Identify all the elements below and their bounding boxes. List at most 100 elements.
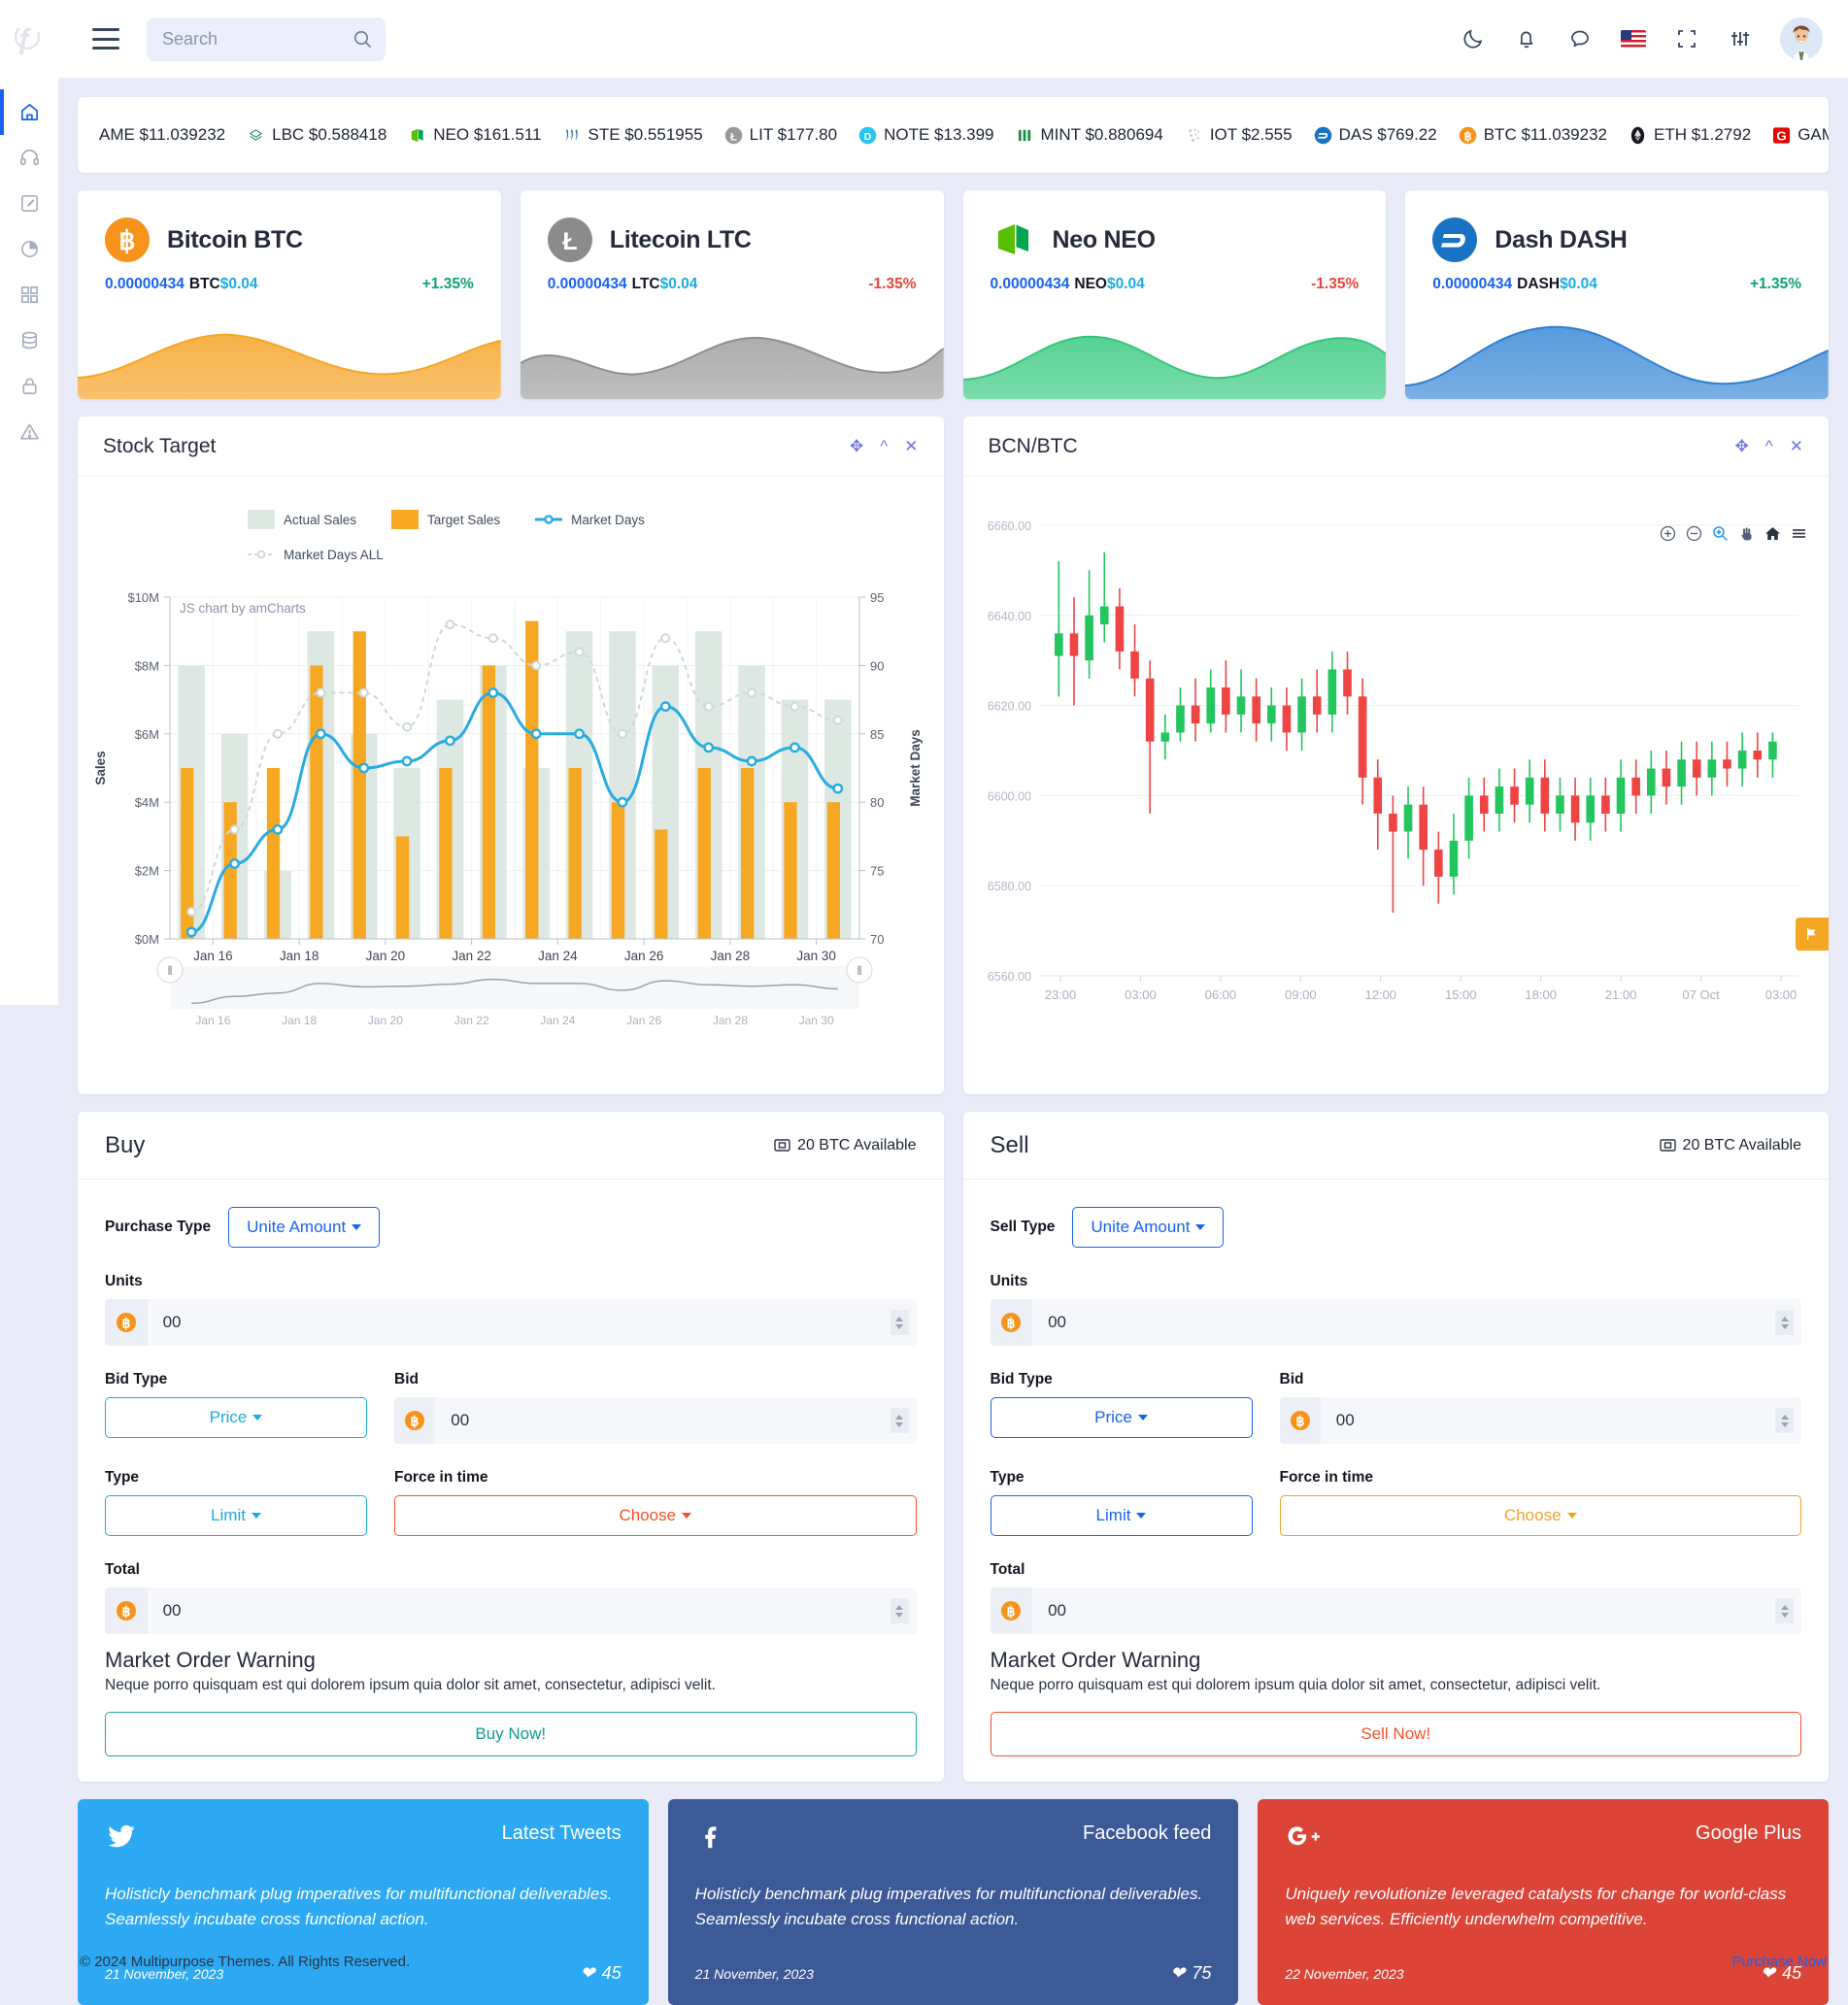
menu-toggle-button[interactable] xyxy=(92,28,119,50)
sidebar-item-analytics[interactable] xyxy=(0,226,58,272)
sell-bid-field[interactable]: ฿ xyxy=(1280,1397,1802,1444)
sell-bid-type-label: Bid Type xyxy=(991,1371,1253,1388)
ticker-item-iot-7[interactable]: IOT $2.555 xyxy=(1185,125,1293,145)
buy-purchase-type-dropdown[interactable]: Unite Amount xyxy=(228,1207,380,1248)
svg-text:70: 70 xyxy=(870,932,884,947)
buy-units-stepper[interactable] xyxy=(890,1310,909,1335)
ticker-item-lit-4[interactable]: ŁLIT $177.80 xyxy=(724,125,837,145)
sell-bid-stepper[interactable] xyxy=(1775,1408,1794,1433)
svg-text:Market Days: Market Days xyxy=(908,729,923,807)
home-icon[interactable] xyxy=(1764,525,1781,547)
bitcoin-icon: ฿ xyxy=(991,1587,1033,1634)
ticker-item-lbc-1[interactable]: LBC $0.588418 xyxy=(247,125,386,145)
sell-now-button[interactable]: Sell Now! xyxy=(991,1712,1802,1756)
social-card-header: Google Plus xyxy=(1285,1822,1801,1856)
avatar[interactable] xyxy=(1780,17,1823,60)
buy-type-dropdown[interactable]: Limit xyxy=(105,1495,367,1536)
buy-units-field[interactable]: ฿ xyxy=(105,1299,917,1346)
sidebar-item-apps[interactable] xyxy=(0,272,58,317)
ticker-item-ame-0[interactable]: AME $11.039232 xyxy=(99,125,225,145)
sell-units-field[interactable]: ฿ xyxy=(991,1299,1802,1346)
sell-total-input[interactable] xyxy=(1032,1601,1801,1621)
coin-card-amount: 0.00000434 xyxy=(991,276,1070,293)
sell-order-type-dropdown[interactable]: Limit xyxy=(991,1495,1253,1536)
buy-panel: Buy 20 BTC Available Purchase Type Unite… xyxy=(78,1112,944,1782)
coin-card-ltc[interactable]: Ł Litecoin LTC 0.00000434 LTC$0.04 -1.35… xyxy=(521,190,944,399)
ticker-item-game-11[interactable]: GGAME $11.039232 xyxy=(1772,125,1829,145)
legend-item-market-days[interactable]: Market Days xyxy=(535,510,645,529)
sell-total-stepper[interactable] xyxy=(1775,1598,1794,1623)
sidebar-item-support[interactable] xyxy=(0,135,58,181)
buy-bid-group: Bid ฿ xyxy=(394,1371,917,1444)
sidebar-item-database[interactable] xyxy=(0,317,58,363)
ticker-item-eth-10[interactable]: ETH $1.2792 xyxy=(1629,125,1751,145)
coin-card-usd: $0.04 xyxy=(660,276,698,293)
legend-item-target-sales[interactable]: Target Sales xyxy=(391,510,500,529)
ticker-item-neo-2[interactable]: NEO $161.511 xyxy=(408,125,541,145)
ticker-item-mint-6[interactable]: MINT $0.880694 xyxy=(1016,125,1163,145)
chat-icon[interactable] xyxy=(1566,26,1593,52)
expand-icon[interactable]: ✥ xyxy=(850,438,863,454)
sell-bid-type-dropdown[interactable]: Price xyxy=(991,1397,1253,1438)
flag-us-icon[interactable] xyxy=(1620,26,1646,52)
chart-flag-badge[interactable] xyxy=(1796,918,1829,951)
zoom-in-icon[interactable] xyxy=(1660,525,1676,547)
ticker-item-ste-3[interactable]: STE $0.551955 xyxy=(563,125,703,145)
sell-force-dropdown[interactable]: Choose xyxy=(1280,1495,1802,1536)
sell-units-stepper[interactable] xyxy=(1775,1310,1794,1335)
buy-bid-stepper[interactable] xyxy=(890,1408,909,1433)
close-icon[interactable]: ✕ xyxy=(1790,438,1803,454)
buy-header: Buy 20 BTC Available xyxy=(78,1112,944,1180)
sell-total-field[interactable]: ฿ xyxy=(991,1587,1802,1634)
buy-total-stepper[interactable] xyxy=(890,1598,909,1623)
search-box[interactable] xyxy=(147,17,386,61)
coin-card-dash[interactable]: Dash DASH 0.00000434 DASH$0.04 +1.35% xyxy=(1405,190,1829,399)
app-logo[interactable]: ƒ xyxy=(0,0,58,78)
sidebar-item-security[interactable] xyxy=(0,363,58,409)
buy-units-input[interactable] xyxy=(148,1313,917,1332)
fullscreen-icon[interactable] xyxy=(1673,26,1699,52)
buy-total-group: Total ฿ xyxy=(105,1561,917,1634)
zoom-select-icon[interactable] xyxy=(1712,525,1729,547)
collapse-icon[interactable]: ^ xyxy=(880,438,888,454)
pan-icon[interactable] xyxy=(1738,525,1755,547)
sidebar-item-home[interactable] xyxy=(0,89,58,135)
sidebar-item-edit[interactable] xyxy=(0,181,58,226)
close-icon[interactable]: ✕ xyxy=(904,438,918,454)
ticker-item-note-5[interactable]: DNOTE $13.399 xyxy=(858,125,993,145)
buy-bid-field[interactable]: ฿ xyxy=(394,1397,917,1444)
buy-type-label: Type xyxy=(105,1469,367,1487)
collapse-icon[interactable]: ^ xyxy=(1765,438,1773,454)
moon-icon[interactable] xyxy=(1460,26,1486,52)
buy-total-input[interactable] xyxy=(148,1601,917,1621)
buy-bid-input[interactable] xyxy=(435,1411,916,1430)
buy-force-dropdown[interactable]: Choose xyxy=(394,1495,917,1536)
sell-panel: Sell 20 BTC Available Sell Type Unite Am… xyxy=(963,1112,1830,1782)
bell-icon[interactable] xyxy=(1513,26,1539,52)
coin-card-row: ฿ Bitcoin BTC 0.00000434 BTC$0.04 +1.35%… xyxy=(78,190,1829,399)
search-input[interactable] xyxy=(162,29,370,50)
buy-bid-type-dropdown[interactable]: Price xyxy=(105,1397,367,1438)
coin-card-header: ฿ Bitcoin BTC xyxy=(78,190,501,262)
sell-units-input[interactable] xyxy=(1032,1313,1801,1332)
ticker-item-btc-9[interactable]: ฿BTC $11.039232 xyxy=(1459,125,1607,145)
legend-item-market-days-all[interactable]: Market Days ALL xyxy=(248,545,944,564)
expand-icon[interactable]: ✥ xyxy=(1735,438,1749,454)
sidebar-item-alerts[interactable] xyxy=(0,409,58,454)
svg-text:Jan 26: Jan 26 xyxy=(624,949,664,963)
settings-sliders-icon[interactable] xyxy=(1727,26,1753,52)
sell-bid-label: Bid xyxy=(1280,1371,1802,1388)
purchase-now-link[interactable]: Purchase Now xyxy=(1731,1954,1827,1970)
coin-card-btc[interactable]: ฿ Bitcoin BTC 0.00000434 BTC$0.04 +1.35% xyxy=(78,190,501,399)
legend-item-actual-sales[interactable]: Actual Sales xyxy=(248,510,356,529)
zoom-out-icon[interactable] xyxy=(1686,525,1702,547)
buy-now-button[interactable]: Buy Now! xyxy=(105,1712,917,1756)
ticker-item-das-8[interactable]: DAS $769.22 xyxy=(1314,125,1437,145)
buy-total-field[interactable]: ฿ xyxy=(105,1587,917,1634)
chevron-down-icon xyxy=(682,1513,691,1519)
menu-icon[interactable] xyxy=(1791,525,1807,547)
sell-bid-input[interactable] xyxy=(1321,1411,1801,1430)
sell-type-dropdown[interactable]: Unite Amount xyxy=(1072,1207,1224,1248)
coin-card-neo[interactable]: Neo NEO 0.00000434 NEO$0.04 -1.35% xyxy=(963,190,1387,399)
sell-type-value: Unite Amount xyxy=(1091,1218,1190,1237)
